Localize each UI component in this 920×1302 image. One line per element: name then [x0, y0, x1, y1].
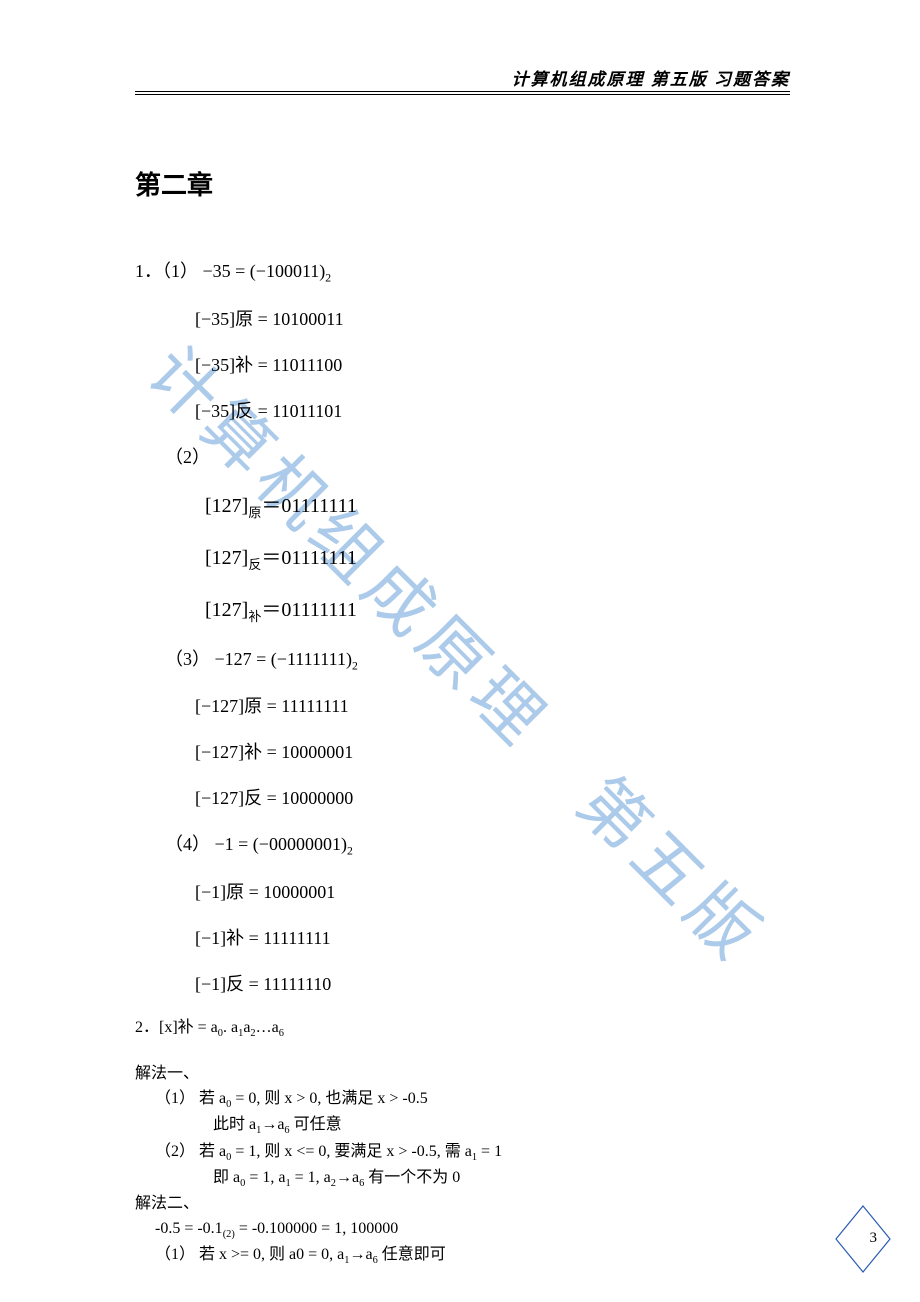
- q1-2-bu-lhs: [127]: [205, 599, 248, 621]
- q2-m1-l1a: （1） 若 a: [155, 1090, 226, 1107]
- q2-m2-l1: -0.5 = -0.1(2) = -0.100000 = 1, 100000: [135, 1217, 790, 1243]
- q1-2-bu-sub: 补: [248, 609, 261, 624]
- q2-m1-l3c: = 1: [477, 1143, 502, 1160]
- q1-4-expr: −1 = (−00000001): [215, 834, 347, 854]
- q1-3-lead: （3） −127 = (−1111111)2: [135, 645, 790, 673]
- q2-m1-l4: 即 a0 = 1, a1 = 1, a2→a6 有一个不为 0: [135, 1166, 790, 1192]
- q1-1-base: 2: [325, 272, 331, 285]
- q2-m1-l3b: = 1, 则 x <= 0, 要满足 x > -0.5, 需 a: [231, 1143, 472, 1160]
- q2-m1-l4d: →a: [336, 1169, 359, 1186]
- q1-2-yuan-sub: 原: [248, 505, 261, 520]
- q1-3-base: 2: [352, 659, 358, 672]
- q2-m2-title: 解法二、: [135, 1192, 790, 1217]
- q1-2-fan-lhs: [127]: [205, 547, 248, 569]
- q1-2-fan: [127]反＝01111111: [135, 541, 790, 573]
- q1-1-bu: [−35]补 = 11011100: [135, 351, 790, 377]
- q1-1-label: 1．（1）: [135, 261, 198, 281]
- page-number: 3: [870, 1230, 878, 1247]
- q1-2-label: （2）: [135, 443, 790, 469]
- q1-4-label: （4）: [165, 834, 210, 854]
- q2-m1-title: 解法一、: [135, 1062, 790, 1087]
- q2-m1-l3: （2） 若 a0 = 1, 则 x <= 0, 要满足 x > -0.5, 需 …: [135, 1140, 790, 1166]
- q1-1-expr: −35 = (−100011): [203, 261, 326, 281]
- q2-m1-l4b: = 1, a: [245, 1169, 285, 1186]
- q1-3-yuan: [−127]原 = 11111111: [135, 692, 790, 718]
- q2-m1-l1: （1） 若 a0 = 0, 则 x > 0, 也满足 x > -0.5: [135, 1087, 790, 1113]
- q1-3-fan: [−127]反 = 10000000: [135, 784, 790, 810]
- q1-2-fan-sub: 反: [248, 557, 261, 572]
- q1-4-lead: （4） −1 = (−00000001)2: [135, 830, 790, 858]
- q1-2-yuan-lhs: [127]: [205, 495, 248, 517]
- q2-head-a: 2．[x]补 = a: [135, 1019, 218, 1036]
- q2-m1-l2: 此时 a1→a6 可任意: [135, 1113, 790, 1139]
- q2-m2-l1b: = -0.100000 = 1, 100000: [235, 1220, 398, 1237]
- q1-3-expr: −127 = (−1111111): [215, 649, 352, 669]
- q2-m2-l1sub: (2): [223, 1229, 235, 1240]
- q1-4-base: 2: [347, 845, 353, 858]
- q2-head-b: . a: [223, 1019, 238, 1036]
- q1-2-yuan: [127]原＝01111111: [135, 489, 790, 521]
- q1-4-yuan: [−1]原 = 10000001: [135, 878, 790, 904]
- chapter-title: 第二章: [135, 165, 790, 202]
- q2-m2-l2: （1） 若 x >= 0, 则 a0 = 0, a1→a6 任意即可: [135, 1243, 790, 1269]
- q2-m1-l3a: （2） 若 a: [155, 1143, 226, 1160]
- q1-2-bu: [127]补＝01111111: [135, 593, 790, 625]
- q1-3-bu: [−127]补 = 10000001: [135, 738, 790, 764]
- q1-2-yuan-rhs: ＝01111111: [261, 495, 357, 517]
- q2-m1-l4c: = 1, a: [291, 1169, 331, 1186]
- q2-m1-l1b: = 0, 则 x > 0, 也满足 x > -0.5: [231, 1090, 427, 1107]
- running-header: 计算机组成原理 第五版 习题答案: [135, 65, 790, 95]
- q1-1-fan: [−35]反 = 11011101: [135, 397, 790, 423]
- q2-m2-l1a: -0.5 = -0.1: [155, 1220, 223, 1237]
- q2-head-d: …a: [256, 1019, 279, 1036]
- q2-m1-l2a: 此时 a: [213, 1116, 256, 1133]
- q1-3-label: （3）: [165, 649, 210, 669]
- q2-m2-l2a: （1） 若 x >= 0, 则 a0 = 0, a: [155, 1246, 344, 1263]
- q2-m1-l2c: 可任意: [290, 1116, 342, 1133]
- q1-4-bu: [−1]补 = 11111111: [135, 924, 790, 950]
- q2-head: 2．[x]补 = a0. a1a2…a6: [135, 1016, 790, 1042]
- q2-sub6: 6: [279, 1028, 284, 1039]
- q2-m1-l4a: 即 a: [213, 1169, 240, 1186]
- page-content: 计算机组成原理 第五版 习题答案 第二章 1．（1） −35 = (−10001…: [0, 0, 920, 1270]
- q1-2-bu-rhs: ＝01111111: [261, 599, 357, 621]
- q1-1-yuan: [−35]原 = 10100011: [135, 305, 790, 331]
- page-fold-icon: [834, 1204, 892, 1274]
- q2-m2-l2b: →a: [349, 1246, 372, 1263]
- q1-1-lead: 1．（1） −35 = (−100011)2: [135, 257, 790, 285]
- q2-m2-l2c: 任意即可: [378, 1246, 446, 1263]
- q2-m1-l2b: →a: [261, 1116, 284, 1133]
- q1-2-fan-rhs: ＝01111111: [261, 547, 357, 569]
- q1-4-fan: [−1]反 = 11111110: [135, 970, 790, 996]
- q2-m1-l4e: 有一个不为 0: [364, 1169, 460, 1186]
